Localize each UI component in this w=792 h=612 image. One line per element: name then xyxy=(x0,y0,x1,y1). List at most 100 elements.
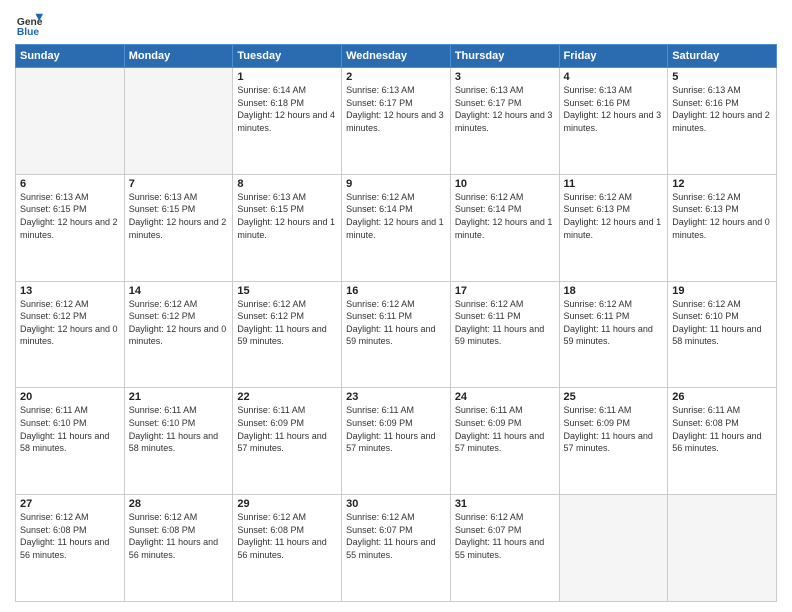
calendar-cell: 8Sunrise: 6:13 AM Sunset: 6:15 PM Daylig… xyxy=(233,174,342,281)
day-number: 19 xyxy=(672,285,772,297)
day-info: Sunrise: 6:11 AM Sunset: 6:09 PM Dayligh… xyxy=(564,404,664,454)
calendar-week-row: 27Sunrise: 6:12 AM Sunset: 6:08 PM Dayli… xyxy=(16,495,777,602)
day-of-week-header: Friday xyxy=(559,45,668,68)
day-info: Sunrise: 6:12 AM Sunset: 6:12 PM Dayligh… xyxy=(20,298,120,348)
day-number: 25 xyxy=(564,391,664,403)
day-info: Sunrise: 6:12 AM Sunset: 6:08 PM Dayligh… xyxy=(237,511,337,561)
day-info: Sunrise: 6:12 AM Sunset: 6:14 PM Dayligh… xyxy=(346,191,446,241)
day-info: Sunrise: 6:11 AM Sunset: 6:10 PM Dayligh… xyxy=(129,404,229,454)
day-number: 30 xyxy=(346,498,446,510)
day-number: 28 xyxy=(129,498,229,510)
day-info: Sunrise: 6:12 AM Sunset: 6:11 PM Dayligh… xyxy=(564,298,664,348)
day-number: 22 xyxy=(237,391,337,403)
day-info: Sunrise: 6:13 AM Sunset: 6:17 PM Dayligh… xyxy=(346,84,446,134)
calendar-cell: 19Sunrise: 6:12 AM Sunset: 6:10 PM Dayli… xyxy=(668,281,777,388)
calendar-cell: 31Sunrise: 6:12 AM Sunset: 6:07 PM Dayli… xyxy=(450,495,559,602)
day-of-week-header: Monday xyxy=(124,45,233,68)
day-number: 23 xyxy=(346,391,446,403)
calendar-cell: 12Sunrise: 6:12 AM Sunset: 6:13 PM Dayli… xyxy=(668,174,777,281)
calendar-cell: 16Sunrise: 6:12 AM Sunset: 6:11 PM Dayli… xyxy=(342,281,451,388)
day-info: Sunrise: 6:12 AM Sunset: 6:12 PM Dayligh… xyxy=(129,298,229,348)
day-info: Sunrise: 6:12 AM Sunset: 6:08 PM Dayligh… xyxy=(129,511,229,561)
day-number: 14 xyxy=(129,285,229,297)
calendar-cell: 10Sunrise: 6:12 AM Sunset: 6:14 PM Dayli… xyxy=(450,174,559,281)
day-number: 24 xyxy=(455,391,555,403)
day-number: 3 xyxy=(455,71,555,83)
calendar-cell: 4Sunrise: 6:13 AM Sunset: 6:16 PM Daylig… xyxy=(559,68,668,175)
day-info: Sunrise: 6:12 AM Sunset: 6:12 PM Dayligh… xyxy=(237,298,337,348)
calendar-cell xyxy=(668,495,777,602)
calendar-cell: 28Sunrise: 6:12 AM Sunset: 6:08 PM Dayli… xyxy=(124,495,233,602)
day-info: Sunrise: 6:11 AM Sunset: 6:09 PM Dayligh… xyxy=(455,404,555,454)
calendar-week-row: 6Sunrise: 6:13 AM Sunset: 6:15 PM Daylig… xyxy=(16,174,777,281)
calendar-table: SundayMondayTuesdayWednesdayThursdayFrid… xyxy=(15,44,777,602)
day-info: Sunrise: 6:11 AM Sunset: 6:10 PM Dayligh… xyxy=(20,404,120,454)
day-info: Sunrise: 6:14 AM Sunset: 6:18 PM Dayligh… xyxy=(237,84,337,134)
day-info: Sunrise: 6:13 AM Sunset: 6:15 PM Dayligh… xyxy=(237,191,337,241)
calendar-cell: 15Sunrise: 6:12 AM Sunset: 6:12 PM Dayli… xyxy=(233,281,342,388)
day-info: Sunrise: 6:11 AM Sunset: 6:08 PM Dayligh… xyxy=(672,404,772,454)
calendar-cell: 11Sunrise: 6:12 AM Sunset: 6:13 PM Dayli… xyxy=(559,174,668,281)
day-number: 5 xyxy=(672,71,772,83)
day-number: 2 xyxy=(346,71,446,83)
calendar-cell: 20Sunrise: 6:11 AM Sunset: 6:10 PM Dayli… xyxy=(16,388,125,495)
day-number: 9 xyxy=(346,178,446,190)
day-number: 21 xyxy=(129,391,229,403)
day-number: 12 xyxy=(672,178,772,190)
header: General Blue xyxy=(15,10,777,38)
day-info: Sunrise: 6:13 AM Sunset: 6:15 PM Dayligh… xyxy=(129,191,229,241)
day-info: Sunrise: 6:12 AM Sunset: 6:07 PM Dayligh… xyxy=(346,511,446,561)
day-number: 20 xyxy=(20,391,120,403)
day-of-week-header: Sunday xyxy=(16,45,125,68)
calendar-cell: 27Sunrise: 6:12 AM Sunset: 6:08 PM Dayli… xyxy=(16,495,125,602)
day-number: 15 xyxy=(237,285,337,297)
calendar-cell: 13Sunrise: 6:12 AM Sunset: 6:12 PM Dayli… xyxy=(16,281,125,388)
day-info: Sunrise: 6:13 AM Sunset: 6:16 PM Dayligh… xyxy=(564,84,664,134)
day-info: Sunrise: 6:12 AM Sunset: 6:14 PM Dayligh… xyxy=(455,191,555,241)
day-info: Sunrise: 6:12 AM Sunset: 6:11 PM Dayligh… xyxy=(455,298,555,348)
day-info: Sunrise: 6:12 AM Sunset: 6:07 PM Dayligh… xyxy=(455,511,555,561)
day-info: Sunrise: 6:13 AM Sunset: 6:17 PM Dayligh… xyxy=(455,84,555,134)
day-info: Sunrise: 6:11 AM Sunset: 6:09 PM Dayligh… xyxy=(346,404,446,454)
day-number: 29 xyxy=(237,498,337,510)
day-number: 18 xyxy=(564,285,664,297)
calendar-cell xyxy=(559,495,668,602)
calendar-header-row: SundayMondayTuesdayWednesdayThursdayFrid… xyxy=(16,45,777,68)
day-info: Sunrise: 6:12 AM Sunset: 6:13 PM Dayligh… xyxy=(672,191,772,241)
calendar-cell xyxy=(16,68,125,175)
logo: General Blue xyxy=(15,10,43,38)
day-number: 13 xyxy=(20,285,120,297)
calendar-cell: 3Sunrise: 6:13 AM Sunset: 6:17 PM Daylig… xyxy=(450,68,559,175)
day-number: 11 xyxy=(564,178,664,190)
calendar-cell: 26Sunrise: 6:11 AM Sunset: 6:08 PM Dayli… xyxy=(668,388,777,495)
day-number: 17 xyxy=(455,285,555,297)
day-info: Sunrise: 6:12 AM Sunset: 6:08 PM Dayligh… xyxy=(20,511,120,561)
calendar-cell: 23Sunrise: 6:11 AM Sunset: 6:09 PM Dayli… xyxy=(342,388,451,495)
day-number: 4 xyxy=(564,71,664,83)
calendar-cell: 17Sunrise: 6:12 AM Sunset: 6:11 PM Dayli… xyxy=(450,281,559,388)
day-number: 7 xyxy=(129,178,229,190)
day-info: Sunrise: 6:12 AM Sunset: 6:10 PM Dayligh… xyxy=(672,298,772,348)
calendar-cell: 18Sunrise: 6:12 AM Sunset: 6:11 PM Dayli… xyxy=(559,281,668,388)
day-info: Sunrise: 6:12 AM Sunset: 6:13 PM Dayligh… xyxy=(564,191,664,241)
day-number: 1 xyxy=(237,71,337,83)
day-info: Sunrise: 6:11 AM Sunset: 6:09 PM Dayligh… xyxy=(237,404,337,454)
svg-text:Blue: Blue xyxy=(17,27,40,38)
day-info: Sunrise: 6:13 AM Sunset: 6:15 PM Dayligh… xyxy=(20,191,120,241)
calendar-cell xyxy=(124,68,233,175)
calendar-week-row: 20Sunrise: 6:11 AM Sunset: 6:10 PM Dayli… xyxy=(16,388,777,495)
day-number: 8 xyxy=(237,178,337,190)
calendar-cell: 25Sunrise: 6:11 AM Sunset: 6:09 PM Dayli… xyxy=(559,388,668,495)
calendar-cell: 30Sunrise: 6:12 AM Sunset: 6:07 PM Dayli… xyxy=(342,495,451,602)
calendar-cell: 6Sunrise: 6:13 AM Sunset: 6:15 PM Daylig… xyxy=(16,174,125,281)
calendar-cell: 1Sunrise: 6:14 AM Sunset: 6:18 PM Daylig… xyxy=(233,68,342,175)
day-of-week-header: Wednesday xyxy=(342,45,451,68)
day-number: 6 xyxy=(20,178,120,190)
day-number: 27 xyxy=(20,498,120,510)
day-info: Sunrise: 6:12 AM Sunset: 6:11 PM Dayligh… xyxy=(346,298,446,348)
calendar-week-row: 13Sunrise: 6:12 AM Sunset: 6:12 PM Dayli… xyxy=(16,281,777,388)
calendar-cell: 22Sunrise: 6:11 AM Sunset: 6:09 PM Dayli… xyxy=(233,388,342,495)
day-number: 31 xyxy=(455,498,555,510)
day-number: 10 xyxy=(455,178,555,190)
logo-icon: General Blue xyxy=(15,10,43,38)
